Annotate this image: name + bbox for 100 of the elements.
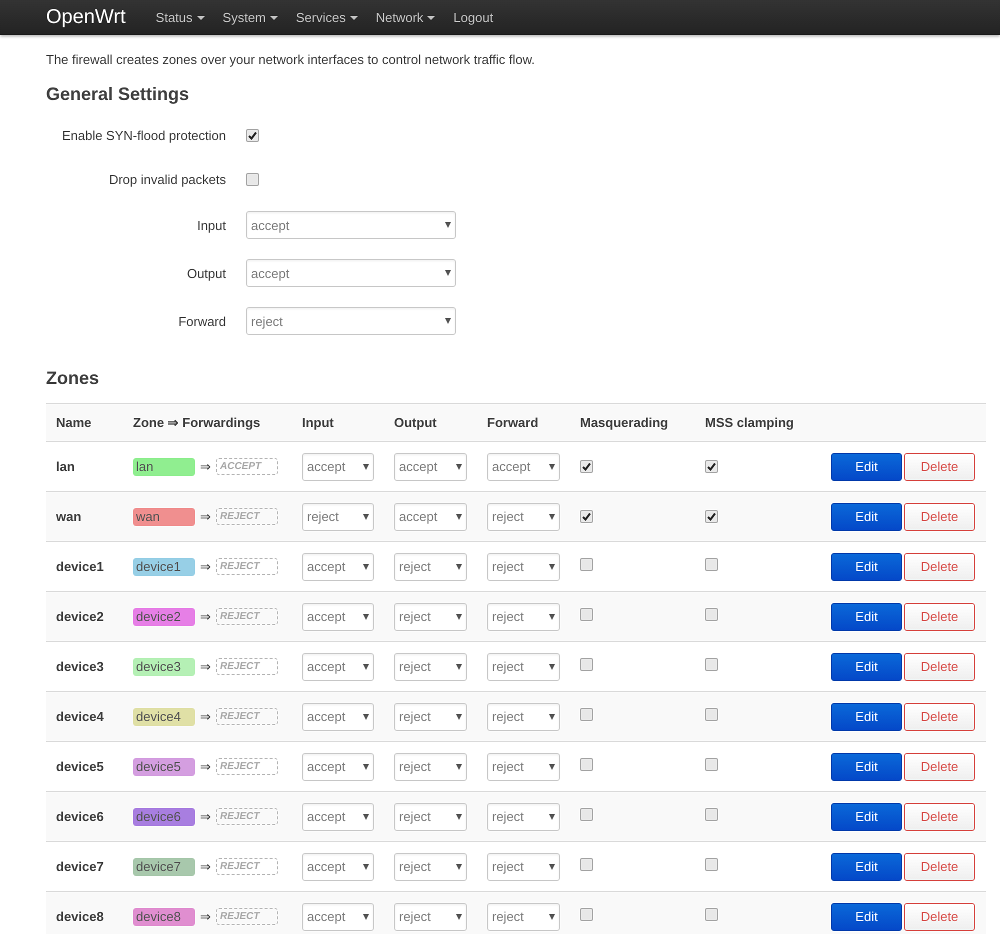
select-field[interactable]: reject [302,502,374,530]
select-field[interactable]: accept [487,452,560,480]
checkbox[interactable] [580,858,593,870]
delete-button[interactable]: Delete [904,902,975,930]
delete-button[interactable]: Delete [904,852,975,880]
select-field[interactable]: reject [394,652,467,680]
checkbox[interactable] [246,128,259,142]
edit-button[interactable]: Edit [831,752,902,780]
select-field[interactable]: accept [302,602,374,630]
field-label: Output [186,266,226,280]
checkbox[interactable] [705,908,718,920]
edit-button[interactable]: Edit [831,502,902,530]
zone-tag: device2 [133,608,195,626]
select-field[interactable]: accept [246,211,456,239]
zone-tag: device1 [133,558,195,576]
edit-button[interactable]: Edit [831,902,902,930]
select-field[interactable]: reject [394,702,467,730]
delete-button[interactable]: Delete [904,552,975,580]
select-field[interactable]: accept [302,752,374,780]
select-field[interactable]: accept [394,452,467,480]
checkbox[interactable] [580,908,593,920]
column-header: Output [394,415,438,430]
select-field[interactable]: reject [487,652,560,680]
forwarding-tag: REJECT [216,908,278,925]
select-field[interactable]: accept [302,552,374,580]
checkbox[interactable] [580,808,593,820]
zone-name: device5 [56,759,105,774]
zone-name: device3 [56,659,105,674]
checkbox[interactable] [580,510,593,522]
checkbox[interactable] [705,708,718,720]
select-field[interactable]: accept [394,502,467,530]
delete-button[interactable]: Delete [904,502,975,530]
nav-menu-item[interactable]: System [222,10,278,25]
checkbox[interactable] [705,510,718,522]
forwarding-tag: REJECT [216,808,278,825]
zone-tag: device6 [133,808,195,826]
checkbox[interactable] [705,460,718,472]
delete-button[interactable]: Delete [904,452,975,480]
select-field[interactable]: accept [302,702,374,730]
select-field[interactable]: reject [487,752,560,780]
checkbox[interactable] [705,608,718,620]
edit-button[interactable]: Edit [831,552,902,580]
zone-name: device7 [56,859,105,874]
delete-button[interactable]: Delete [904,652,975,680]
select-field[interactable]: accept [246,259,456,287]
checkbox[interactable] [705,758,718,770]
select-field[interactable]: accept [302,652,374,680]
edit-button[interactable]: Edit [831,852,902,880]
select-field[interactable]: reject [394,802,467,830]
checkbox[interactable] [580,608,593,620]
column-header: Name [56,415,92,430]
checkbox[interactable] [705,658,718,670]
select-field[interactable]: reject [487,552,560,580]
nav-menu-item[interactable]: Status [156,10,205,25]
column-header: Masquerading [580,415,670,430]
select-field[interactable]: reject [394,602,467,630]
brand-logo[interactable]: OpenWrt [46,6,126,29]
checkbox[interactable] [705,808,718,820]
edit-button[interactable]: Edit [831,452,902,480]
forwarding-tag: REJECT [216,558,278,575]
edit-button[interactable]: Edit [831,702,902,730]
select-field[interactable]: reject [394,752,467,780]
field-label: Input [196,218,226,232]
select-field[interactable]: reject [394,902,467,930]
select-field[interactable]: reject [487,502,560,530]
select-field[interactable]: reject [487,852,560,880]
edit-button[interactable]: Edit [831,602,902,630]
select-field[interactable]: reject [394,852,467,880]
select-field[interactable]: accept [302,802,374,830]
nav-menu-item[interactable]: Services [296,10,358,25]
select-field[interactable]: reject [487,902,560,930]
checkbox[interactable] [580,708,593,720]
section-heading: General Settings [46,83,190,105]
checkbox[interactable] [705,858,718,870]
checkbox[interactable] [580,460,593,472]
zone-tag: lan [133,458,195,476]
zone-name: device6 [56,809,105,824]
select-field[interactable]: reject [487,602,560,630]
edit-button[interactable]: Edit [831,802,902,830]
select-field[interactable]: accept [302,902,374,930]
delete-button[interactable]: Delete [904,752,975,780]
select-field[interactable]: reject [487,702,560,730]
checkbox[interactable] [580,758,593,770]
checkbox[interactable] [705,558,718,570]
nav-menu-item[interactable]: Logout [453,10,494,25]
delete-button[interactable]: Delete [904,602,975,630]
forwarding-tag: REJECT [216,708,278,725]
delete-button[interactable]: Delete [904,702,975,730]
select-field[interactable]: reject [246,307,456,335]
checkbox[interactable] [580,658,593,670]
edit-button[interactable]: Edit [831,652,902,680]
select-field[interactable]: reject [394,552,467,580]
select-field[interactable]: reject [487,802,560,830]
select-field[interactable]: accept [302,452,374,480]
checkbox[interactable] [246,172,259,186]
delete-button[interactable]: Delete [904,802,975,830]
select-field[interactable]: accept [302,852,374,880]
checkbox[interactable] [580,558,593,570]
nav-menu-item[interactable]: Network [376,10,436,25]
section-heading: Zones [46,367,100,389]
